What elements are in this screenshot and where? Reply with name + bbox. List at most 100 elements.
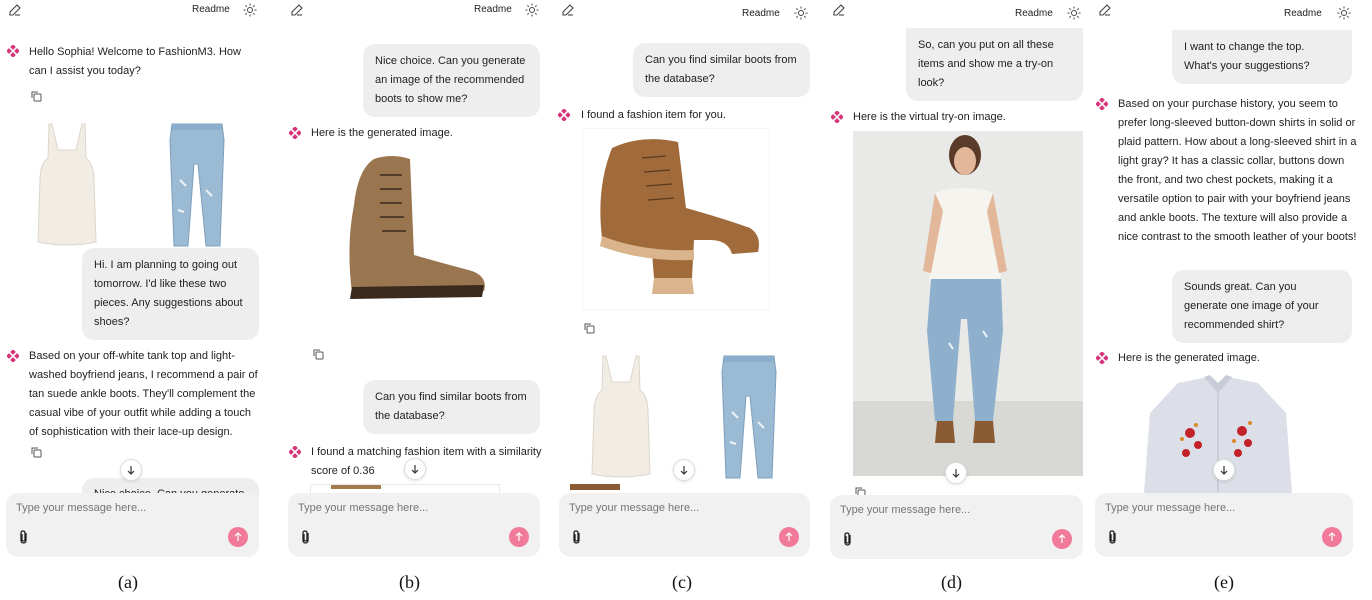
bot-message: Based on your off-white tank top and lig… <box>29 350 258 438</box>
bot-message: I found a fashion item for you. <box>581 109 726 121</box>
copy-icon[interactable] <box>31 447 42 458</box>
arrow-down-icon <box>411 465 419 474</box>
bot-message: Here is the generated image. <box>311 127 453 139</box>
fashion-logo-icon <box>558 109 570 121</box>
edit-icon[interactable] <box>1098 3 1112 17</box>
send-button[interactable] <box>509 527 529 547</box>
bot-message: Here is the generated image. <box>1118 352 1260 364</box>
arrow-up-icon <box>1058 534 1066 543</box>
send-button[interactable] <box>779 527 799 547</box>
fashion-logo-icon <box>289 127 301 139</box>
message-composer <box>1095 493 1353 557</box>
panel-e: Readme I want to change the top. What's … <box>1092 0 1372 600</box>
try-on-image <box>853 131 1083 476</box>
readme-link[interactable]: Readme <box>474 4 512 15</box>
user-message: Can you find similar boots from the data… <box>633 43 810 97</box>
panel-caption: (d) <box>941 572 962 592</box>
bot-message: I found a matching fashion item with a s… <box>311 446 542 477</box>
send-button[interactable] <box>228 527 248 547</box>
panel-caption: (e) <box>1214 572 1234 592</box>
edit-icon[interactable] <box>8 3 22 17</box>
user-message: Sounds great. Can you generate one image… <box>1172 270 1352 343</box>
retrieved-boot-image <box>582 128 770 310</box>
sun-icon[interactable] <box>243 3 257 17</box>
send-button[interactable] <box>1322 527 1342 547</box>
scroll-down-button[interactable] <box>404 458 426 480</box>
generated-boot-image <box>322 145 502 335</box>
scroll-down-button[interactable] <box>673 459 695 481</box>
edit-icon[interactable] <box>290 3 304 17</box>
message-input[interactable] <box>840 504 1040 516</box>
message-composer <box>830 495 1083 559</box>
readme-link[interactable]: Readme <box>192 4 230 15</box>
arrow-down-icon <box>1220 466 1228 475</box>
top-bar: Readme <box>1092 0 1372 22</box>
user-message: Nice choice. Can you generate an image o… <box>363 44 540 117</box>
readme-link[interactable]: Readme <box>742 8 780 19</box>
panel-c: Readme Can you find similar boots from t… <box>552 0 820 600</box>
message-composer <box>559 493 810 557</box>
fashion-logo-icon <box>1096 352 1108 364</box>
top-bar: Readme <box>824 0 1092 22</box>
scroll-down-button[interactable] <box>1213 459 1235 481</box>
arrow-down-icon <box>952 469 960 478</box>
sun-icon[interactable] <box>794 6 808 20</box>
edit-icon[interactable] <box>832 3 846 17</box>
fashion-logo-icon <box>7 350 19 362</box>
copy-icon[interactable] <box>313 349 324 360</box>
paperclip-icon[interactable] <box>570 529 584 545</box>
bot-message: Hello Sophia! Welcome to FashionM3. How … <box>29 46 241 77</box>
panel-b: Readme Nice choice. Can you generate an … <box>282 0 550 600</box>
edit-icon[interactable] <box>561 3 575 17</box>
readme-link[interactable]: Readme <box>1284 8 1322 19</box>
arrow-up-icon <box>234 532 242 541</box>
bot-message: Based on your purchase history, you seem… <box>1118 98 1357 243</box>
jeans-image <box>721 355 777 479</box>
message-composer <box>6 493 259 557</box>
tank-top-image <box>37 123 97 246</box>
panel-a: Readme Hello Sophia! Welcome to FashionM… <box>0 0 268 600</box>
top-bar: Readme <box>552 0 820 22</box>
panel-d: Readme So, can you put on all these item… <box>824 0 1092 600</box>
user-message: Can you find similar boots from the data… <box>363 380 540 434</box>
bot-message: Here is the virtual try-on image. <box>853 111 1006 123</box>
jeans-image <box>169 123 225 247</box>
paperclip-icon[interactable] <box>1106 529 1120 545</box>
paperclip-icon[interactable] <box>17 529 31 545</box>
message-composer <box>288 493 540 557</box>
message-input[interactable] <box>298 502 498 514</box>
readme-link[interactable]: Readme <box>1015 8 1053 19</box>
fashion-logo-icon <box>289 446 301 458</box>
fashion-logo-icon <box>831 111 843 123</box>
user-message: I want to change the top. What's your su… <box>1172 30 1352 84</box>
copy-icon[interactable] <box>31 91 42 102</box>
top-bar: Readme <box>0 0 268 22</box>
paperclip-icon[interactable] <box>299 529 313 545</box>
sun-icon[interactable] <box>525 3 539 17</box>
message-input[interactable] <box>1105 502 1305 514</box>
panel-caption: (c) <box>672 572 692 592</box>
copy-icon[interactable] <box>584 323 595 334</box>
sun-icon[interactable] <box>1337 6 1351 20</box>
boot-image-edge <box>570 484 620 490</box>
arrow-down-icon <box>127 466 135 475</box>
send-button[interactable] <box>1052 529 1072 549</box>
tank-top-image <box>591 355 651 478</box>
message-input[interactable] <box>569 502 769 514</box>
paperclip-icon[interactable] <box>841 531 855 547</box>
fashion-logo-icon <box>7 45 19 57</box>
arrow-down-icon <box>680 466 688 475</box>
arrow-up-icon <box>515 532 523 541</box>
sun-icon[interactable] <box>1067 6 1081 20</box>
top-bar: Readme <box>282 0 550 22</box>
panel-caption: (b) <box>399 572 420 592</box>
scroll-down-button[interactable] <box>120 459 142 481</box>
arrow-up-icon <box>785 532 793 541</box>
message-input[interactable] <box>16 502 216 514</box>
arrow-up-icon <box>1328 532 1336 541</box>
user-message: So, can you put on all these items and s… <box>906 28 1083 101</box>
user-message: Hi. I am planning to going out tomorrow.… <box>82 248 259 340</box>
scroll-down-button[interactable] <box>945 462 967 484</box>
fashion-logo-icon <box>1096 98 1108 110</box>
panel-caption: (a) <box>118 572 138 592</box>
